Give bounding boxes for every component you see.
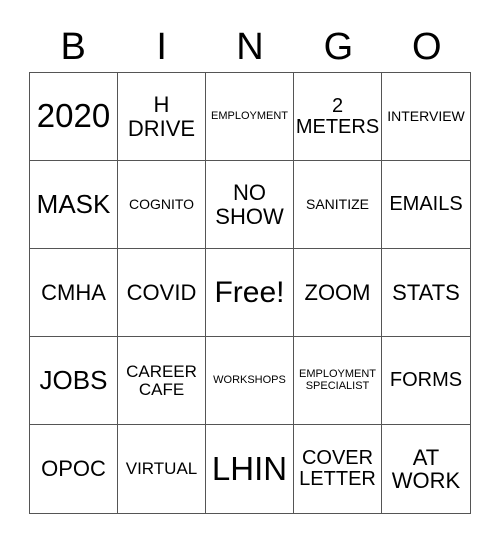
bingo-cell[interactable]: MASK [30, 161, 118, 249]
bingo-cell[interactable]: CAREER CAFE [118, 337, 206, 425]
bingo-cell[interactable]: VIRTUAL [118, 425, 206, 513]
bingo-cell[interactable]: SANITIZE [294, 161, 382, 249]
bingo-header: B I N G O [29, 22, 471, 72]
bingo-cell[interactable]: EMAILS [382, 161, 470, 249]
bingo-cell[interactable]: COVER LETTER [294, 425, 382, 513]
bingo-cell[interactable]: INTERVIEW [382, 73, 470, 161]
bingo-cell[interactable]: H DRIVE [118, 73, 206, 161]
bingo-cell[interactable]: AT WORK [382, 425, 470, 513]
bingo-cell[interactable]: ZOOM [294, 249, 382, 337]
bingo-cell[interactable]: STATS [382, 249, 470, 337]
bingo-grid: 2020 H DRIVE EMPLOYMENT 2 METERS INTERVI… [29, 72, 471, 514]
free-space[interactable]: Free! [206, 249, 294, 337]
bingo-cell[interactable]: JOBS [30, 337, 118, 425]
bingo-cell[interactable]: EMPLOYMENT [206, 73, 294, 161]
bingo-cell[interactable]: LHIN [206, 425, 294, 513]
header-letter-i: I [156, 26, 167, 68]
header-letter-n: N [236, 26, 264, 68]
bingo-cell[interactable]: COVID [118, 249, 206, 337]
header-letter-o: O [412, 26, 442, 68]
bingo-cell[interactable]: FORMS [382, 337, 470, 425]
bingo-cell[interactable]: 2020 [30, 73, 118, 161]
header-letter-b: B [60, 26, 86, 68]
bingo-cell[interactable]: COGNITO [118, 161, 206, 249]
bingo-cell[interactable]: 2 METERS [294, 73, 382, 161]
bingo-cell[interactable]: OPOC [30, 425, 118, 513]
header-letter-g: G [323, 26, 354, 68]
bingo-cell[interactable]: WORKSHOPS [206, 337, 294, 425]
bingo-cell[interactable]: CMHA [30, 249, 118, 337]
bingo-cell[interactable]: NO SHOW [206, 161, 294, 249]
bingo-cell[interactable]: EMPLOYMENT SPECIALIST [294, 337, 382, 425]
